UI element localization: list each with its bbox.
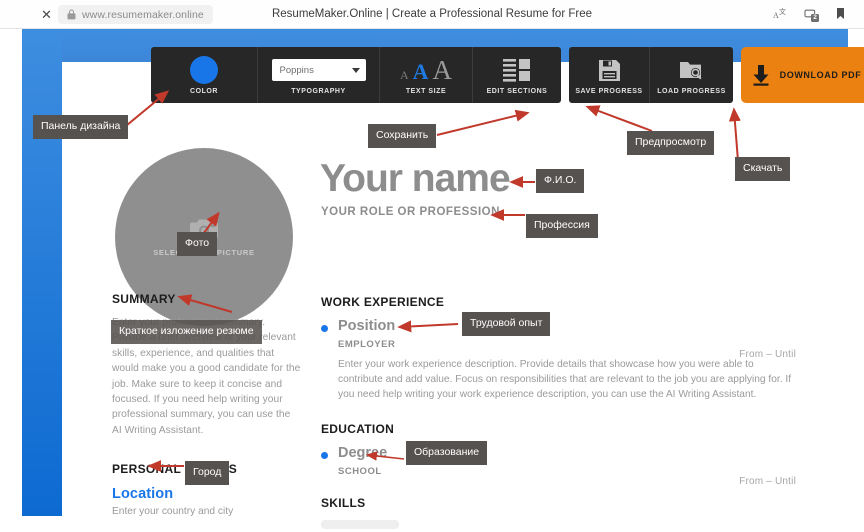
- text-size-icon: A A A: [400, 55, 452, 86]
- tab-count-badge: 2: [811, 14, 819, 22]
- text-size-medium[interactable]: A: [413, 59, 429, 85]
- folder-search-icon: [680, 62, 702, 80]
- annotation-summary: Краткое изложение резюме: [111, 320, 262, 344]
- typography-label: TYPOGRAPHY: [291, 88, 346, 95]
- skill-placeholder[interactable]: [321, 519, 399, 529]
- resume-role[interactable]: YOUR ROLE OR PROFESSION: [321, 206, 500, 218]
- address-bar[interactable]: www.resumemaker.online: [58, 5, 213, 24]
- edit-sections-label: EDIT SECTIONS: [486, 88, 548, 95]
- font-select[interactable]: Poppins: [271, 59, 366, 81]
- text-size-button[interactable]: A A A TEXT SIZE: [379, 47, 472, 103]
- work-position[interactable]: Position: [338, 318, 796, 334]
- annotation-save: Сохранить: [368, 124, 437, 148]
- work-date[interactable]: From – Until: [739, 349, 796, 360]
- annotation-design-panel: Панель дизайна: [33, 115, 129, 139]
- site-left-band: [22, 29, 62, 516]
- annotation-profession: Профессия: [526, 214, 598, 238]
- work-description[interactable]: Enter your work experience description. …: [338, 357, 796, 403]
- location-label[interactable]: Location: [112, 486, 302, 502]
- color-swatch-icon: [190, 56, 218, 84]
- annotation-city: Город: [185, 461, 230, 485]
- lock-icon: [65, 9, 77, 21]
- location-hint[interactable]: Enter your country and city: [112, 506, 302, 517]
- resume-name[interactable]: Your name: [320, 157, 511, 201]
- education-entry[interactable]: Degree SCHOOL From – Until: [321, 445, 796, 487]
- annotation-download: Скачать: [735, 157, 791, 181]
- annotation-full-name: Ф.И.О.: [536, 169, 585, 193]
- annotation-preview: Предпросмотр: [627, 131, 715, 155]
- floppy-disk-icon: [598, 59, 620, 81]
- svg-text:文: 文: [779, 7, 786, 16]
- save-progress-label: SAVE PROGRESS: [575, 88, 643, 95]
- edit-sections-button[interactable]: EDIT SECTIONS: [472, 47, 561, 103]
- text-size-large[interactable]: A: [433, 55, 453, 86]
- load-progress-button[interactable]: LOAD PROGRESS: [649, 47, 733, 103]
- design-toolbar: COLOR Poppins TYPOGRAPHY A A A TEXT SIZE…: [151, 47, 864, 103]
- work-entry[interactable]: Position EMPLOYER From – Until Enter you…: [321, 318, 796, 403]
- text-size-label: TEXT SIZE: [405, 88, 447, 95]
- toolbar-group-progress: SAVE PROGRESS LOAD PROGRESS: [569, 47, 733, 103]
- translate-icon[interactable]: A文: [773, 6, 788, 21]
- bullet-icon: [321, 325, 328, 332]
- browser-toolbar: ✕ www.resumemaker.online ResumeMaker.Onl…: [0, 0, 864, 29]
- resume-right-column: WORK EXPERIENCE Position EMPLOYER From –…: [321, 295, 796, 529]
- skills-heading: SKILLS: [321, 495, 366, 510]
- color-label: COLOR: [189, 88, 219, 95]
- annotation-education: Образование: [406, 441, 488, 465]
- toolbar-group-design: COLOR Poppins TYPOGRAPHY A A A TEXT SIZE…: [151, 47, 561, 103]
- toolbar-group-gap: [561, 47, 569, 103]
- font-value: Poppins: [279, 64, 314, 76]
- chevron-down-icon: [351, 67, 360, 73]
- annotation-work-experience: Трудовой опыт: [462, 312, 551, 336]
- url-text: www.resumemaker.online: [82, 8, 204, 21]
- summary-heading: SUMMARY: [112, 292, 176, 306]
- education-heading: EDUCATION: [321, 421, 395, 436]
- tabs-icon[interactable]: 2: [803, 6, 819, 22]
- education-school[interactable]: SCHOOL: [338, 466, 796, 477]
- edit-sections-icon: [503, 58, 530, 82]
- close-tab-icon[interactable]: ✕: [40, 8, 53, 21]
- save-progress-button[interactable]: SAVE PROGRESS: [569, 47, 649, 103]
- color-button[interactable]: COLOR: [151, 47, 257, 103]
- screenshot-root: ✕ www.resumemaker.online ResumeMaker.Onl…: [0, 0, 864, 532]
- download-icon: [753, 65, 769, 86]
- education-date[interactable]: From – Until: [739, 476, 796, 487]
- load-progress-label: LOAD PROGRESS: [657, 88, 726, 95]
- typography-button[interactable]: Poppins TYPOGRAPHY: [257, 47, 379, 103]
- browser-actions: A文 2: [773, 6, 848, 22]
- bullet-icon: [321, 451, 328, 459]
- text-size-small[interactable]: A: [400, 68, 409, 83]
- work-employer[interactable]: EMPLOYER: [338, 339, 796, 350]
- download-pdf-button[interactable]: DOWNLOAD PDF: [741, 47, 864, 103]
- download-pdf-label: DOWNLOAD PDF: [779, 70, 862, 80]
- work-experience-heading: WORK EXPERIENCE: [321, 295, 445, 309]
- annotation-photo: Фото: [177, 232, 218, 256]
- bookmark-icon[interactable]: [833, 6, 848, 21]
